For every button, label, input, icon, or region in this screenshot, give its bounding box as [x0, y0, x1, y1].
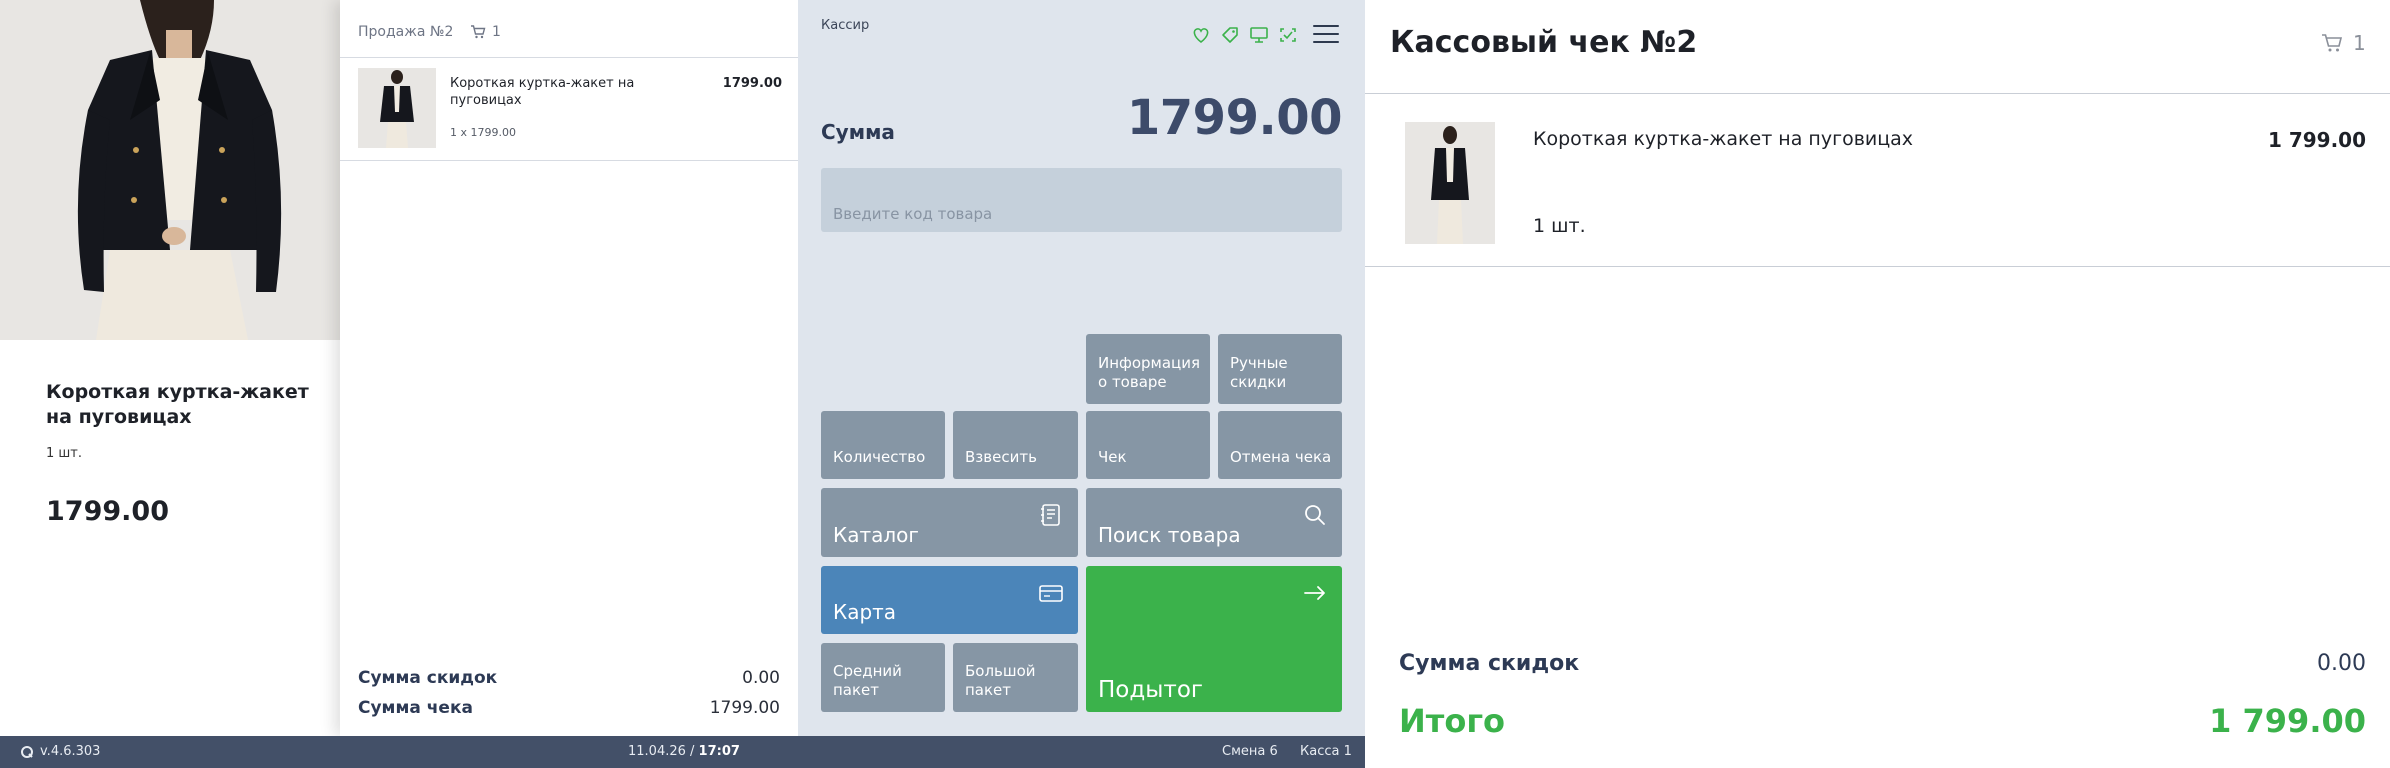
- cashier-title: Кассир: [821, 18, 870, 33]
- app-logo-icon: [20, 745, 34, 759]
- cancel-receipt-label: Отмена чека: [1230, 448, 1332, 466]
- receipt-title: Кассовый чек №2: [1390, 25, 1698, 60]
- manual-discounts-label: Ручные скидки: [1230, 354, 1288, 391]
- sale-item-count: 1: [492, 24, 501, 40]
- sale-item-thumbnail: [358, 68, 436, 148]
- tag-icon[interactable]: [1218, 24, 1242, 46]
- search-product-button[interactable]: Поиск товара: [1086, 488, 1342, 557]
- date-time: 11.04.26 / 17:07: [628, 744, 740, 759]
- arrow-right-icon: [1302, 580, 1328, 606]
- receipt-item-price: 1 799.00: [2267, 128, 2366, 152]
- receipt-discount-label: Сумма скидок: [1399, 651, 1580, 676]
- catalog-icon: [1038, 502, 1064, 528]
- cart-icon: [2321, 33, 2343, 53]
- product-code-input[interactable]: [821, 168, 1342, 232]
- receipt-item-divider: [1365, 266, 2390, 267]
- cart-icon: [470, 24, 486, 39]
- cancel-receipt-button[interactable]: Отмена чека: [1218, 411, 1342, 479]
- receipt-item-thumbnail: [1405, 122, 1495, 244]
- weigh-button[interactable]: Взвесить: [953, 411, 1078, 479]
- monitor-icon[interactable]: [1247, 24, 1271, 46]
- receipt-label: Чек: [1098, 448, 1127, 466]
- register-number: Касса 1: [1300, 744, 1352, 759]
- receipt-total-row: Итого 1 799.00: [1399, 702, 2366, 740]
- product-info-button[interactable]: Информация о товаре: [1086, 334, 1210, 404]
- preview-product-quantity: 1 шт.: [46, 446, 83, 461]
- sale-discount-row: Сумма скидок 0.00: [358, 668, 780, 688]
- receipt-total-value: 1 799.00: [2209, 702, 2366, 740]
- search-icon: [1302, 502, 1328, 528]
- receipt-item-count: 1: [2353, 31, 2366, 55]
- card-payment-button[interactable]: Карта: [821, 566, 1078, 634]
- product-preview-panel: Короткая куртка-жакет на пуговицах 1 шт.…: [0, 0, 340, 736]
- shift-number: Смена 6: [1222, 744, 1278, 759]
- search-product-label: Поиск товара: [1098, 523, 1241, 547]
- sum-label: Сумма: [821, 120, 895, 144]
- receipt-discount-row: Сумма скидок 0.00: [1399, 651, 2366, 676]
- receipt-header-divider: [1365, 93, 2390, 94]
- status-bar: v.4.6.303 11.04.26 / 17:07 Смена 6 Касса…: [0, 736, 1365, 768]
- quantity-label: Количество: [833, 448, 926, 466]
- sale-total-label: Сумма чека: [358, 698, 473, 718]
- product-photo: [0, 0, 340, 340]
- sale-header: Продажа №2 1: [340, 0, 798, 58]
- receipt-item-name: Короткая куртка-жакет на пуговицах: [1533, 128, 1914, 150]
- sum-value: 1799.00: [1126, 90, 1343, 146]
- menu-icon[interactable]: [1313, 25, 1339, 45]
- sale-discount-label: Сумма скидок: [358, 668, 498, 688]
- receipt-item-quantity: 1 шт.: [1533, 215, 1586, 237]
- medium-bag-button[interactable]: Средний пакет: [821, 643, 945, 712]
- sale-discount-value: 0.00: [742, 668, 780, 688]
- card-payment-label: Карта: [833, 600, 897, 624]
- manual-discounts-button[interactable]: Ручные скидки: [1218, 334, 1342, 404]
- scan-icon[interactable]: [1276, 24, 1300, 46]
- heart-icon[interactable]: [1189, 24, 1213, 46]
- preview-product-name: Короткая куртка-жакет на пуговицах: [46, 381, 309, 428]
- sale-item-price: 1799.00: [722, 76, 782, 91]
- quantity-button[interactable]: Количество: [821, 411, 945, 479]
- cashier-panel: Кассир Сумма 1799.00 Информация о товаре…: [798, 0, 1365, 736]
- receipt-total-label: Итого: [1399, 702, 1506, 740]
- status-date: 11.04.26 /: [628, 744, 695, 759]
- weigh-label: Взвесить: [965, 448, 1037, 466]
- status-time: 17:07: [698, 744, 740, 759]
- receipt-button[interactable]: Чек: [1086, 411, 1210, 479]
- receipt-discount-value: 0.00: [2317, 651, 2366, 676]
- sale-item-name: Короткая куртка-жакет на пуговицах: [450, 76, 635, 108]
- receipt-panel: Кассовый чек №2 1 Короткая куртка-жакет …: [1365, 0, 2390, 768]
- catalog-label: Каталог: [833, 523, 919, 547]
- medium-bag-label: Средний пакет: [833, 662, 902, 699]
- sale-total-value: 1799.00: [709, 698, 780, 718]
- credit-card-icon: [1038, 580, 1064, 606]
- sale-line-item[interactable]: Короткая куртка-жакет на пуговицах 1799.…: [340, 58, 798, 161]
- cashier-toolbar: [1189, 24, 1300, 46]
- sale-total-row: Сумма чека 1799.00: [358, 698, 780, 718]
- large-bag-label: Большой пакет: [965, 662, 1036, 699]
- sale-title: Продажа №2: [358, 24, 454, 40]
- product-info-label: Информация о товаре: [1098, 354, 1201, 391]
- subtotal-button[interactable]: Подытог: [1086, 566, 1342, 712]
- sale-item-calculation: 1 x 1799.00: [450, 126, 516, 139]
- large-bag-button[interactable]: Большой пакет: [953, 643, 1078, 712]
- app-version: v.4.6.303: [40, 744, 101, 759]
- subtotal-label: Подытог: [1098, 677, 1203, 703]
- catalog-button[interactable]: Каталог: [821, 488, 1078, 557]
- preview-product-price: 1799.00: [46, 496, 169, 527]
- sale-panel: Продажа №2 1 Короткая куртка-жакет на пу…: [340, 0, 798, 736]
